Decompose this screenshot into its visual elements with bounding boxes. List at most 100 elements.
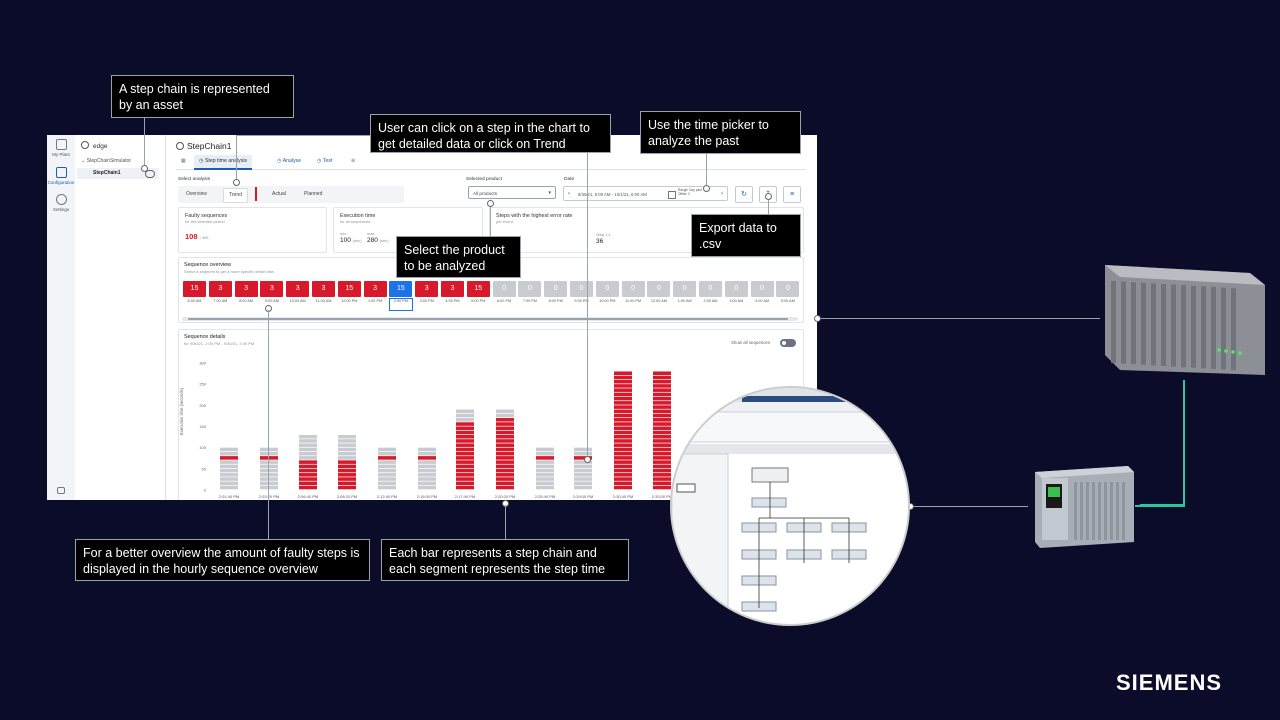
- bar-segment[interactable]: [614, 422, 632, 426]
- bar-segment[interactable]: [456, 430, 474, 435]
- bar-segment[interactable]: [614, 439, 632, 443]
- bar-segment[interactable]: [614, 443, 632, 447]
- sequence-bar[interactable]: [653, 371, 671, 490]
- rail-my-plant[interactable]: My Plant: [47, 139, 75, 157]
- bar-segment[interactable]: [614, 405, 632, 409]
- bar-segment[interactable]: [614, 460, 632, 464]
- bar-segment[interactable]: [653, 388, 671, 392]
- tree-root[interactable]: edge: [81, 141, 107, 150]
- bar-segment[interactable]: [614, 375, 632, 380]
- bar-segment[interactable]: [496, 413, 514, 418]
- bar-segment[interactable]: [614, 384, 632, 388]
- bar-segment[interactable]: [338, 473, 356, 477]
- bar-segment[interactable]: [338, 460, 356, 464]
- bar-segment[interactable]: [338, 447, 356, 452]
- bar-segment[interactable]: [653, 456, 671, 460]
- bar-segment[interactable]: [378, 451, 396, 456]
- bar-segment[interactable]: [378, 460, 396, 464]
- bar-segment[interactable]: [496, 447, 514, 452]
- bar-segment[interactable]: [614, 396, 632, 401]
- bar-segment[interactable]: [536, 456, 554, 460]
- bar-segment[interactable]: [456, 485, 474, 490]
- bar-segment[interactable]: [536, 451, 554, 456]
- bar-segment[interactable]: [536, 447, 554, 452]
- bar-segment[interactable]: [614, 401, 632, 405]
- bar-segment[interactable]: [456, 473, 474, 477]
- bar-segment[interactable]: [299, 481, 317, 486]
- bar-segment[interactable]: [653, 451, 671, 456]
- bar-segment[interactable]: [456, 443, 474, 447]
- bar-segment[interactable]: [536, 464, 554, 469]
- bar-segment[interactable]: [653, 464, 671, 469]
- bar-segment[interactable]: [574, 468, 592, 473]
- bar-segment[interactable]: [574, 451, 592, 456]
- bar-segment[interactable]: [614, 418, 632, 422]
- bar-segment[interactable]: [299, 451, 317, 456]
- bar-segment[interactable]: [299, 485, 317, 490]
- sequence-bar[interactable]: [418, 447, 436, 490]
- bar-segment[interactable]: [496, 477, 514, 481]
- bar-segment[interactable]: [536, 481, 554, 486]
- bar-segment[interactable]: [260, 447, 278, 452]
- bar-segment[interactable]: [220, 464, 238, 469]
- bar-segment[interactable]: [260, 460, 278, 464]
- bar-segment[interactable]: [220, 477, 238, 481]
- bar-segment[interactable]: [614, 447, 632, 452]
- bar-segment[interactable]: [378, 473, 396, 477]
- bar-segment[interactable]: [653, 396, 671, 401]
- bar-segment[interactable]: [378, 485, 396, 490]
- bar-segment[interactable]: [260, 485, 278, 490]
- bar-segment[interactable]: [614, 464, 632, 469]
- bar-segment[interactable]: [653, 460, 671, 464]
- sequence-bar[interactable]: [574, 447, 592, 490]
- bar-segment[interactable]: [378, 468, 396, 473]
- bar-segment[interactable]: [220, 447, 238, 452]
- bar-segment[interactable]: [260, 473, 278, 477]
- bar-segment[interactable]: [260, 456, 278, 460]
- bar-segment[interactable]: [614, 485, 632, 490]
- bar-segment[interactable]: [536, 477, 554, 481]
- bar-segment[interactable]: [653, 401, 671, 405]
- bar-segment[interactable]: [220, 485, 238, 490]
- bar-segment[interactable]: [338, 485, 356, 490]
- bar-segment[interactable]: [653, 379, 671, 384]
- bar-segment[interactable]: [456, 447, 474, 452]
- bar-segment[interactable]: [299, 468, 317, 473]
- bar-segment[interactable]: [456, 434, 474, 439]
- bar-segment[interactable]: [496, 485, 514, 490]
- bar-segment[interactable]: [418, 477, 436, 481]
- bar-segment[interactable]: [456, 460, 474, 464]
- bar-segment[interactable]: [338, 434, 356, 439]
- bar-segment[interactable]: [338, 439, 356, 443]
- bar-segment[interactable]: [299, 456, 317, 460]
- bar-segment[interactable]: [456, 409, 474, 414]
- bar-segment[interactable]: [299, 439, 317, 443]
- bar-segment[interactable]: [456, 451, 474, 456]
- bar-segment[interactable]: [614, 473, 632, 477]
- bar-segment[interactable]: [496, 422, 514, 426]
- bar-segment[interactable]: [418, 468, 436, 473]
- bar-segment[interactable]: [614, 388, 632, 392]
- bar-segment[interactable]: [220, 481, 238, 486]
- bar-segment[interactable]: [614, 451, 632, 456]
- sequence-bar[interactable]: [536, 447, 554, 490]
- bar-segment[interactable]: [456, 426, 474, 431]
- bar-segment[interactable]: [260, 451, 278, 456]
- sequence-bar[interactable]: [614, 371, 632, 490]
- bar-segment[interactable]: [418, 460, 436, 464]
- bar-segment[interactable]: [456, 418, 474, 422]
- bar-segment[interactable]: [614, 379, 632, 384]
- bar-segment[interactable]: [574, 473, 592, 477]
- sequence-bar[interactable]: [338, 434, 356, 490]
- bar-segment[interactable]: [220, 473, 238, 477]
- bar-segment[interactable]: [653, 409, 671, 414]
- bar-segment[interactable]: [260, 481, 278, 486]
- bar-segment[interactable]: [338, 456, 356, 460]
- bar-segment[interactable]: [338, 443, 356, 447]
- bar-segment[interactable]: [653, 485, 671, 490]
- bar-segment[interactable]: [220, 468, 238, 473]
- bar-segment[interactable]: [653, 439, 671, 443]
- bar-segment[interactable]: [378, 447, 396, 452]
- bar-segment[interactable]: [378, 477, 396, 481]
- bar-segment[interactable]: [653, 413, 671, 418]
